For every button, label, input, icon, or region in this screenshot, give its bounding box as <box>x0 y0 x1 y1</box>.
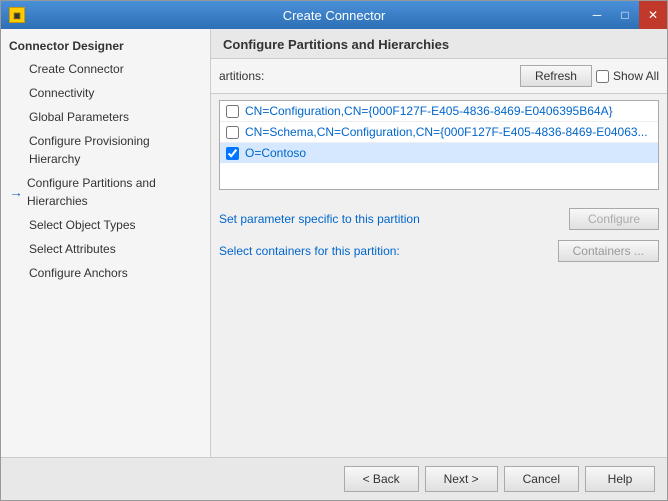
current-arrow-icon: → <box>9 182 23 203</box>
content-area: Connector Designer Create Connector Conn… <box>1 29 667 457</box>
partition-item-1[interactable]: CN=Configuration,CN={000F127F-E405-4836-… <box>220 101 658 122</box>
partition-1-checkbox[interactable] <box>226 105 239 118</box>
partition-item-2[interactable]: CN=Schema,CN=Configuration,CN={000F127F-… <box>220 122 658 143</box>
partitions-label: artitions: <box>219 69 264 83</box>
configure-button[interactable]: Configure <box>569 208 659 230</box>
sidebar-item-create-connector[interactable]: Create Connector <box>1 57 210 81</box>
help-button[interactable]: Help <box>585 466 655 492</box>
sidebar-item-configure-anchors[interactable]: Configure Anchors <box>1 261 210 285</box>
containers-label: Select containers for this partition: <box>219 244 400 258</box>
param-row-configure: Set parameter specific to this partition… <box>219 208 659 230</box>
sidebar-item-connectivity[interactable]: Connectivity <box>1 81 210 105</box>
sidebar: Connector Designer Create Connector Conn… <box>1 29 211 457</box>
main-window: ▣ Create Connector ─ □ ✕ Connector Desig… <box>0 0 668 501</box>
title-bar: ▣ Create Connector ─ □ ✕ <box>1 1 667 29</box>
partition-list: CN=Configuration,CN={000F127F-E405-4836-… <box>219 100 659 190</box>
partition-item-3[interactable]: O=Contoso <box>220 143 658 163</box>
window-controls: ─ □ ✕ <box>583 1 667 29</box>
sidebar-item-global-parameters[interactable]: Global Parameters <box>1 105 210 129</box>
minimize-button[interactable]: ─ <box>583 1 611 29</box>
param-row-containers: Select containers for this partition: Co… <box>219 240 659 262</box>
sidebar-header: Connector Designer <box>1 33 210 57</box>
window-title: Create Connector <box>283 8 386 23</box>
param-label: Set parameter specific to this partition <box>219 212 420 226</box>
toolbar-row: artitions: Refresh Show All <box>211 59 667 94</box>
sidebar-item-select-object-types[interactable]: Select Object Types <box>1 213 210 237</box>
back-button[interactable]: < Back <box>344 466 419 492</box>
main-panel: Configure Partitions and Hierarchies art… <box>211 29 667 457</box>
containers-button[interactable]: Containers ... <box>558 240 659 262</box>
main-panel-header: Configure Partitions and Hierarchies <box>211 29 667 59</box>
show-all-checkbox[interactable] <box>596 70 609 83</box>
next-button[interactable]: Next > <box>425 466 498 492</box>
app-icon: ▣ <box>9 7 25 23</box>
sidebar-item-select-attributes[interactable]: Select Attributes <box>1 237 210 261</box>
sidebar-item-configure-partitions[interactable]: → Configure Partitions and Hierarchies <box>1 171 210 213</box>
footer: < Back Next > Cancel Help <box>1 457 667 500</box>
close-button[interactable]: ✕ <box>639 1 667 29</box>
show-all-label[interactable]: Show All <box>596 69 659 83</box>
bottom-section: Set parameter specific to this partition… <box>211 196 667 457</box>
sidebar-item-configure-provisioning[interactable]: Configure Provisioning Hierarchy <box>1 129 210 171</box>
partition-2-checkbox[interactable] <box>226 126 239 139</box>
partition-3-checkbox[interactable] <box>226 147 239 160</box>
cancel-button[interactable]: Cancel <box>504 466 579 492</box>
maximize-button[interactable]: □ <box>611 1 639 29</box>
refresh-button[interactable]: Refresh <box>520 65 592 87</box>
